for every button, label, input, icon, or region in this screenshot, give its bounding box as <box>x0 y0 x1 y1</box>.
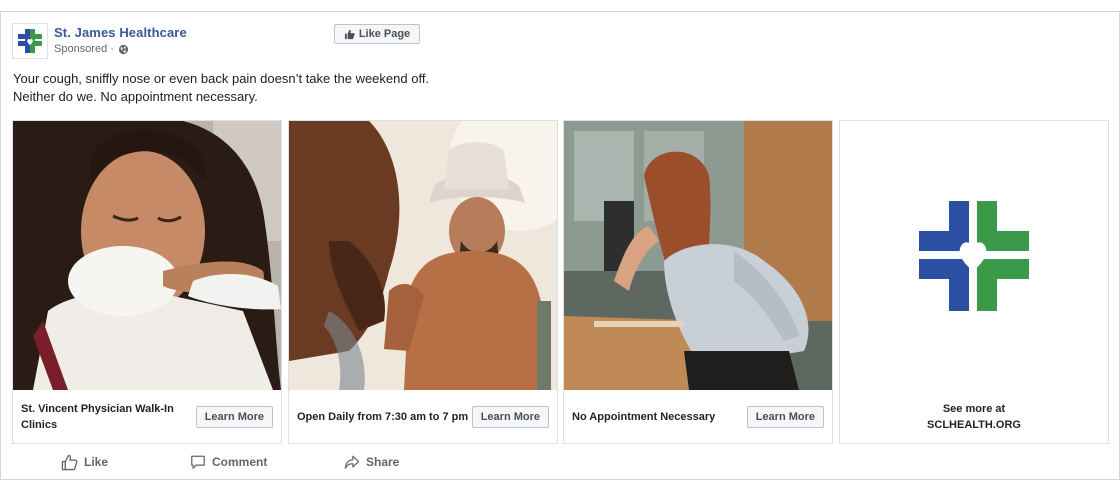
globe-icon[interactable] <box>118 44 129 55</box>
like-label: Like <box>84 455 109 469</box>
carousel-end-card[interactable]: See more at SCLHEALTH.ORG <box>839 120 1109 444</box>
card-image-woman-back-pain[interactable] <box>564 121 832 390</box>
card-footer: St. Vincent Physician Walk-In Clinics Le… <box>13 391 281 443</box>
carousel-card-2[interactable]: Open Daily from 7:30 am to 7 pm Learn Mo… <box>288 120 558 444</box>
carousel-card-1[interactable]: St. Vincent Physician Walk-In Clinics Le… <box>12 120 282 444</box>
thumbs-up-icon <box>344 29 355 39</box>
share-icon <box>344 455 360 469</box>
share-label: Share <box>366 455 400 469</box>
comment-button[interactable]: Comment <box>190 452 267 472</box>
comment-label: Comment <box>212 455 268 469</box>
like-page-button[interactable]: Like Page <box>334 24 420 44</box>
post-text-line-2: Neither do we. No appointment necessary. <box>13 89 258 104</box>
like-button[interactable]: Like <box>61 452 108 472</box>
card-image-cowboy-horse[interactable] <box>289 121 557 390</box>
sponsored-post: St. James Healthcare Sponsored · Like Pa… <box>0 11 1120 480</box>
learn-more-button[interactable]: Learn More <box>195 406 273 428</box>
see-more-line-1: See more at <box>942 403 1006 415</box>
card-image-woman-coughing[interactable] <box>13 121 281 390</box>
carousel-card-3[interactable]: No Appointment Necessary Learn More <box>563 120 833 444</box>
share-button[interactable]: Share <box>344 452 399 472</box>
comment-icon <box>191 455 205 469</box>
post-text-line-1: Your cough, sniffly nose or even back pa… <box>13 71 430 86</box>
cross-heart-logo <box>18 29 42 53</box>
card-footer: No Appointment Necessary Learn More <box>564 391 832 443</box>
sponsored-label: Sponsored · <box>54 43 129 55</box>
card-title: St. Vincent Physician Walk-In Clinics <box>21 403 174 431</box>
see-more-link[interactable]: See more at SCLHEALTH.ORG <box>840 391 1108 443</box>
card-footer: Open Daily from 7:30 am to 7 pm Learn Mo… <box>289 391 557 443</box>
sponsored-text: Sponsored · <box>54 43 114 55</box>
learn-more-button[interactable]: Learn More <box>746 406 824 428</box>
thumbs-up-icon <box>61 454 78 470</box>
post-text: Your cough, sniffly nose or even back pa… <box>13 70 713 106</box>
see-more-url: SCLHEALTH.ORG <box>927 419 1021 431</box>
page-avatar[interactable] <box>12 23 48 59</box>
post-action-bar: Like Comment Share <box>1 448 1119 478</box>
learn-more-button[interactable]: Learn More <box>471 406 549 428</box>
like-page-label: Like Page <box>358 28 411 40</box>
page-name-link[interactable]: St. James Healthcare <box>54 25 187 40</box>
card-title: No Appointment Necessary <box>572 411 716 423</box>
cross-heart-logo <box>919 200 1029 311</box>
card-title: Open Daily from 7:30 am to 7 pm <box>297 411 469 423</box>
end-card-logo-area[interactable] <box>840 121 1108 390</box>
